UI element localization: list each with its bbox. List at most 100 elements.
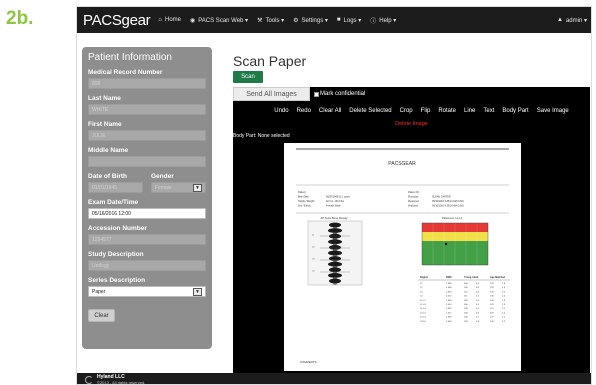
table-cell: 1.038 [446,317,452,319]
comments-label: COMMENTS: [300,360,317,364]
tool-delete-selected-button[interactable]: Delete Selected [349,108,391,114]
demo-right-label: Patient ID: [408,191,419,194]
nav-logs[interactable]: ■ Logs ▾ [337,17,361,24]
nav-pacs-scan-web[interactable]: ◉ PACS Scan Web ▾ [190,17,248,24]
table-cell: 1.008 [446,283,452,285]
delete-image-button[interactable]: Delete Image [233,121,590,127]
last-name-field[interactable]: WHITE [88,104,206,115]
mark-confidential-label[interactable]: Mark confidential [320,91,365,97]
mark-confidential-checkbox[interactable] [314,91,319,97]
demo-left-value: 62.0 in. 134.0 lbs [326,200,345,203]
tool-line-button[interactable]: Line [464,108,475,114]
table-cell: 1.009 [446,287,452,289]
scan-button[interactable]: Scan [233,71,263,83]
body-part-status: Body Part: None selected [233,133,290,139]
send-all-images-button[interactable]: Send All Images [233,87,310,101]
vertebra-shape [328,239,342,245]
footer-text: Hyland LLC ©2013 - All rights reserved. [97,374,146,385]
middle-name-field[interactable] [88,156,206,167]
demo-left-value: 05/20/1945 61.1 years [326,196,351,199]
tool-redo-button[interactable]: Redo [297,108,311,114]
mrn-label: Medical Record Number [88,69,163,76]
table-cell: L1-L3 [420,304,426,306]
copyright: ©2013 - All rights reserved. [97,379,146,385]
table-cell: 1.017 [446,312,452,314]
vertebra-shape [329,222,341,228]
gender-select[interactable]: Female ▼ [151,182,206,193]
accession-field[interactable]: 1284577 [88,234,206,245]
patient-info-panel: Patient Information Medical Record Numbe… [82,47,212,349]
study-field[interactable]: Urology [88,260,206,271]
clear-button[interactable]: Clear [88,309,115,322]
top-navbar: PACSgear ⌂ Home ◉ PACS Scan Web ▾ ⚒ Tools ▾… [77,7,591,33]
demo-right-label: Measured: [408,200,420,203]
tool-body-part-button[interactable]: Body Part [502,108,528,114]
document-header: PACSGEAR [388,161,416,167]
tool-rotate-button[interactable]: Rotate [438,108,456,114]
image-viewer: Undo Redo Clear All Delete Selected Crop Flip… [233,101,590,373]
gender-group: Gender Female ▼ [151,167,206,193]
reference-chart [421,222,489,266]
tool-list: Undo Redo Clear All Delete Selected Crop Flip… [233,101,590,114]
series-value: Paper [92,288,106,295]
mrn-field[interactable]: 898 [88,78,206,89]
series-select[interactable]: Paper ▼ [88,286,206,297]
vertebra-shape [328,250,342,256]
dob-gender-row: Date of Birth 01/01/1945 Gender Female ▼ [88,167,206,193]
scanned-document[interactable]: PACSGEAR Patient: Birth Date: 05/20/1945 6… [284,143,521,371]
nav-tools-label: Tools ▾ [265,17,285,24]
tool-crop-button[interactable]: Crop [400,108,413,114]
demo-right-value: 05/16/2016 4:38:14 AM (3.60) [432,200,464,203]
chevron-down-icon: ▼ [193,183,202,192]
vertebra-shape [329,233,341,239]
table-cell: 1.024 [446,291,452,293]
accession-label: Accession Number [88,225,147,232]
nav-settings-label: Settings ▾ [301,17,328,24]
nav-settings[interactable]: ⚙ Settings ▾ [293,17,328,24]
figure-label: 2b. [6,8,34,29]
table-header: Young-Adult [464,276,478,279]
demo-left-label: Patient: [298,191,306,194]
middle-name-label: Middle Name [88,147,129,154]
dob-label: Date of Birth [88,173,127,180]
tool-text-button[interactable]: Text [483,108,494,114]
gear-icon: ⚙ [293,17,299,24]
vertebra-shape [328,273,342,278]
dob-field[interactable]: 01/01/1945 [88,182,143,193]
exam-date-field[interactable]: 05/16/2016 12:00 [88,208,206,219]
user-icon: ▲ [557,17,563,23]
nav-help[interactable]: ⓘ Help ▾ [370,16,396,25]
nav-pacs-scan-web-label: PACS Scan Web ▾ [198,17,249,24]
tool-flip-button[interactable]: Flip [421,108,431,114]
table-header: Age-Matched [490,276,506,279]
series-label: Series Description [88,277,146,284]
tool-clear-all-button[interactable]: Clear All [319,108,341,114]
dob-group: Date of Birth 01/01/1945 [88,167,143,193]
nav-help-label: Help ▾ [379,17,397,24]
nav-user-menu[interactable]: ▲ admin ▾ [557,17,587,24]
page-title: Scan Paper [233,53,307,69]
nav-logs-label: Logs ▾ [343,17,362,24]
demo-left-value: Female White [326,205,341,208]
table-cell: 1.008 [446,300,452,302]
study-label: Study Description [88,251,144,258]
nav-user-label: admin ▾ [565,17,587,24]
nav-home[interactable]: ⌂ Home [158,17,181,23]
brand-logo[interactable]: PACSgear [83,12,151,29]
help-icon: ⓘ [370,18,377,25]
reference-caption: Reference: L1-L4 [442,216,463,220]
nav-home-label: Home [164,17,181,23]
table-cell: 1.014 [446,304,452,306]
tool-save-image-button[interactable]: Save Image [537,108,569,114]
nav-tools[interactable]: ⚒ Tools ▾ [257,17,284,24]
chevron-down-icon: ▼ [193,287,202,296]
tool-undo-button[interactable]: Undo [274,108,288,114]
last-name-label: Last Name [88,95,121,102]
vertebra-shape [328,228,342,233]
first-name-field[interactable]: JULIE [88,130,206,141]
vertebra-shape [329,256,341,261]
vertebra-shape [329,267,341,273]
vertebra-gap [333,282,337,285]
footer: Hyland LLC ©2013 - All rights reserved. [77,373,591,385]
app-window: PACSgear ⌂ Home ◉ PACS Scan Web ▾ ⚒ Tools ▾… [76,6,592,385]
